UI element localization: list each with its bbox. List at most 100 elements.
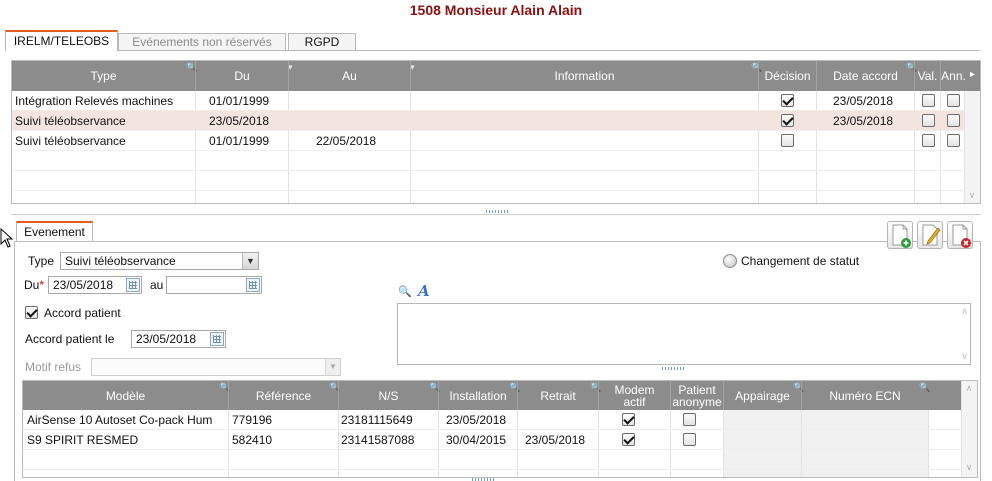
cell-au: 22/05/2018 [316,134,377,148]
col-label: Date accord [833,69,898,83]
col-val[interactable]: Val. [915,61,940,91]
ann-checkbox[interactable] [947,94,960,107]
cell-numero-ecn [805,430,925,450]
col-appairage[interactable]: Appairage [724,381,801,410]
table-row[interactable]: S9 SPIRIT RESMED 582410 23141587088 30/0… [23,430,961,450]
motif-refus-select[interactable]: ▼ [91,358,341,376]
accord-patient-le-date-field[interactable]: 23/05/2018 [131,330,226,348]
col-label: Information [554,69,615,83]
events-grid: Type 🔍 Du ▾ Au ▾ Information 🔍 Décision … [11,60,981,204]
col-date-accord[interactable]: Date accord [817,61,914,91]
font-format-icon[interactable]: A [418,282,430,300]
scroll-down-icon[interactable]: ∨ [961,351,968,362]
tab-label: Evénements non réservés [132,35,272,49]
edit-button[interactable] [917,221,943,249]
cell-date-accord: 23/05/2018 [833,114,894,128]
val-checkbox[interactable] [922,94,935,107]
decision-checkbox[interactable] [781,94,794,107]
add-button[interactable] [887,221,913,249]
col-label: Modèle [105,388,146,403]
events-grid-scrollbar[interactable]: ∨ [964,91,980,203]
col-information[interactable]: Information [411,61,758,91]
chevron-down-icon[interactable]: ▼ [325,359,340,375]
accord-patient-checkbox[interactable] [25,306,38,319]
col-ns[interactable]: N/S [339,381,438,410]
col-installation[interactable]: Installation [439,381,517,410]
patient-anonyme-checkbox[interactable] [683,433,696,446]
changement-statut-radio[interactable] [723,254,737,268]
changement-statut-label: Changement de statut [741,254,860,268]
modem-actif-checkbox[interactable] [622,413,635,426]
col-numero-ecn[interactable]: Numéro ECN [802,381,928,410]
col-label: Patient anonyme [672,382,722,409]
col-label: Du [234,69,250,83]
calendar-icon[interactable] [246,278,260,292]
val-checkbox[interactable] [922,134,935,147]
au-date-field[interactable] [166,276,262,294]
mouse-cursor-icon [0,228,14,248]
col-du[interactable]: Du [196,61,288,91]
cell-date-accord: 23/05/2018 [833,94,894,108]
decision-checkbox[interactable] [781,134,794,147]
cell-installation: 23/05/2018 [446,413,507,427]
decision-checkbox[interactable] [781,114,794,127]
delete-button[interactable] [947,221,973,249]
filter-icon[interactable]: 🔍 [919,382,930,393]
edit-document-icon [922,224,941,246]
scroll-down-icon[interactable]: ∨ [967,191,977,200]
col-ann[interactable]: Ann. [941,61,966,91]
cell-du: 01/01/1999 [209,94,270,108]
information-textarea[interactable]: ∧ ∨ [397,303,971,365]
tab-rgpd[interactable]: RGPD [288,33,356,50]
splitter-handle[interactable] [486,210,508,213]
col-patient-anonyme[interactable]: Patient anonyme [671,381,723,410]
devices-grid-header: Modèle 🔍 Référence 🔍 N/S 🔍 Installation … [23,381,961,410]
col-modem-actif[interactable]: Modem actif [599,381,670,410]
tab-label: Evenement [24,225,85,239]
delete-document-icon [952,224,971,248]
val-checkbox[interactable] [922,114,935,127]
tab-evenement[interactable]: Evenement [16,221,93,242]
col-label: Ann. [941,69,966,83]
col-reference[interactable]: Référence [229,381,338,410]
cell-date-accord [833,131,911,151]
col-label: Retrait [540,388,576,403]
cell-au [316,91,406,111]
tab-evenements-non-reserves[interactable]: Evénements non réservés [118,33,286,50]
scroll-down-icon[interactable]: ∨ [964,463,974,472]
columns-menu-icon[interactable]: ▸ [970,69,975,80]
col-type[interactable]: Type [12,61,195,91]
empty-row [12,151,964,171]
col-retrait[interactable]: Retrait [518,381,598,410]
ann-checkbox[interactable] [947,114,960,127]
ann-checkbox[interactable] [947,134,960,147]
table-row-selected[interactable]: Suivi téléobservance 23/05/2018 23/05/20… [12,111,964,131]
chevron-down-icon[interactable]: ▼ [242,253,258,269]
devices-grid-scrollbar[interactable]: ∧ ∨ [961,381,977,477]
accord-patient-label: Accord patient [44,306,121,320]
scroll-up-icon[interactable]: ∧ [961,306,968,317]
du-label-text: Du [24,278,40,292]
type-select[interactable]: Suivi téléobservance ▼ [60,252,259,270]
col-label: Installation [449,388,507,403]
scroll-up-icon[interactable]: ∧ [964,384,974,393]
col-modele[interactable]: Modèle [23,381,228,410]
add-document-icon [892,224,911,248]
tab-irelm-teleobs[interactable]: IRELM/TELEOBS [5,30,118,51]
table-row[interactable]: AirSense 10 Autoset Co-pack Hum 779196 2… [23,410,961,430]
patient-anonyme-checkbox[interactable] [683,413,696,426]
col-label: Numéro ECN [829,388,901,403]
table-row[interactable]: Intégration Relevés machines 01/01/1999 … [12,91,964,111]
cell-retrait: 23/05/2018 [525,433,586,447]
calendar-icon[interactable] [210,332,224,346]
du-date-field[interactable]: 23/05/2018 [48,276,142,294]
search-icon[interactable]: 🔍 [398,285,412,298]
modem-actif-checkbox[interactable] [622,433,635,446]
calendar-icon[interactable] [126,278,140,292]
cell-appairage [727,410,799,430]
table-row[interactable]: Suivi téléobservance 01/01/1999 22/05/20… [12,131,964,151]
resize-handle[interactable] [662,367,684,370]
col-decision[interactable]: Décision [759,61,816,91]
cell-installation: 30/04/2015 [446,433,507,447]
col-au[interactable]: Au [289,61,410,91]
